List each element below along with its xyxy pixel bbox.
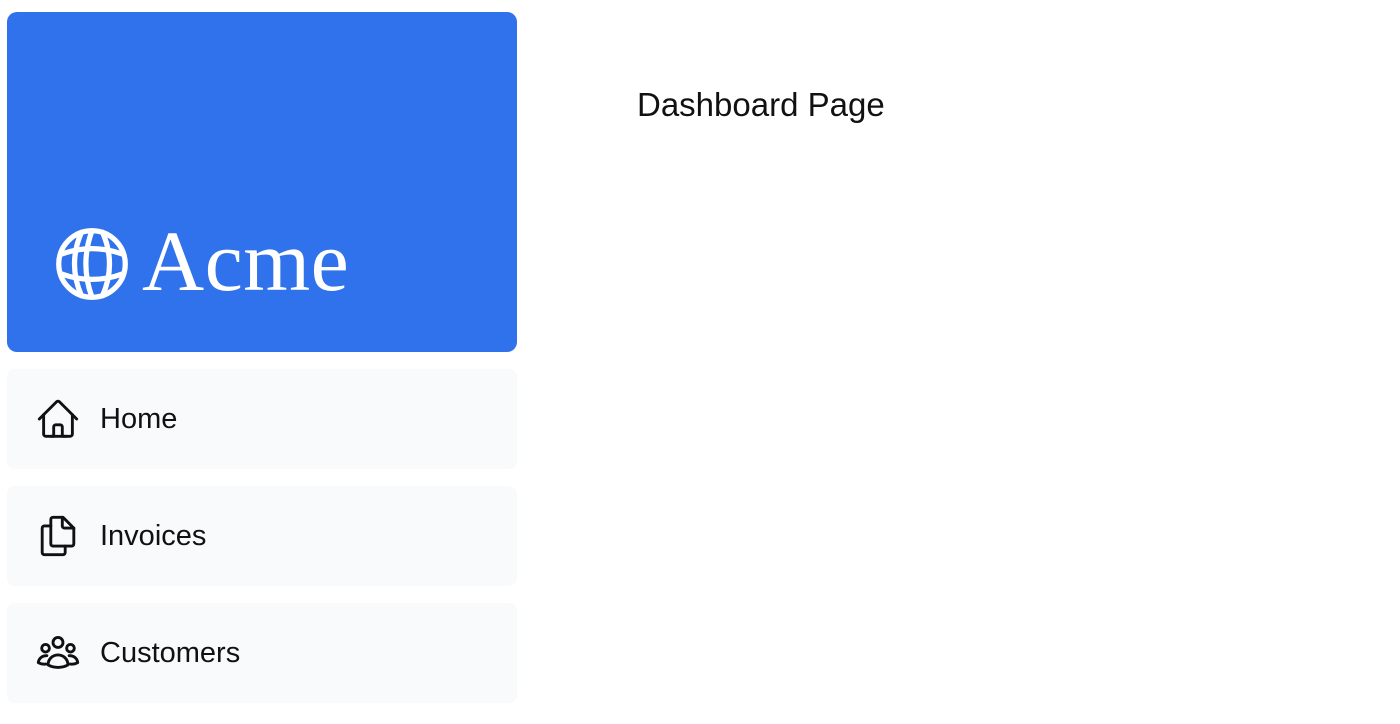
app-root: Acme Home Invoices Customers Dashboard P… [0, 0, 1400, 724]
main-content: Dashboard Page [637, 86, 885, 124]
page-title: Dashboard Page [637, 86, 885, 123]
sidebar: Acme Home Invoices Customers [7, 12, 517, 703]
sidebar-item-invoices[interactable]: Invoices [7, 486, 517, 586]
user-group-icon [35, 630, 81, 676]
sidebar-item-label: Customers [100, 636, 241, 669]
brand-name: Acme [142, 213, 350, 309]
sidebar-item-label: Invoices [100, 519, 207, 552]
globe-icon [56, 228, 128, 300]
sidebar-item-label: Home [100, 402, 178, 435]
brand-logo-link[interactable]: Acme [7, 12, 517, 352]
document-duplicate-icon [35, 513, 81, 559]
home-icon [35, 396, 81, 442]
sidebar-item-customers[interactable]: Customers [7, 603, 517, 703]
brand-logo: Acme [50, 218, 349, 306]
sidebar-item-home[interactable]: Home [7, 369, 517, 469]
